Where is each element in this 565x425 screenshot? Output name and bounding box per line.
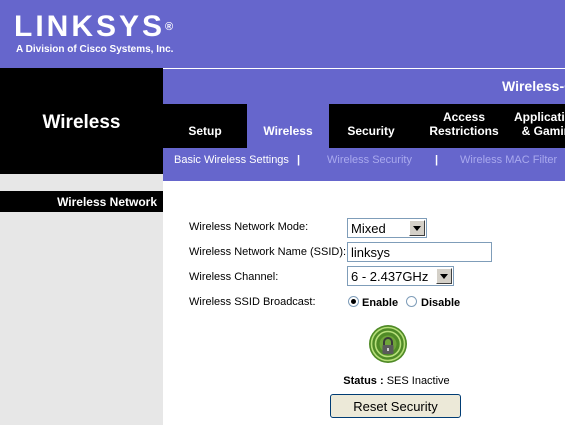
broadcast-enable-label: Enable <box>362 297 399 309</box>
ses-lock-icon[interactable] <box>368 320 408 368</box>
tab-applications-gaming[interactable]: Applications & Gaming <box>514 104 565 148</box>
ssid-input[interactable] <box>347 242 492 262</box>
subtab-wireless-security[interactable]: Wireless Security <box>327 154 412 166</box>
mode-select-value: Mixed <box>351 221 386 236</box>
chevron-down-icon <box>409 220 425 236</box>
ssid-label: Wireless Network Name (SSID): <box>189 246 347 258</box>
subtab-wireless-mac-filter[interactable]: Wireless MAC Filter <box>460 154 557 166</box>
tab-security[interactable]: Security <box>329 104 413 148</box>
section-title: Wireless <box>42 112 121 133</box>
channel-select-value: 6 - 2.437GHz <box>351 269 429 284</box>
ses-status-label: Status : <box>343 375 384 387</box>
tab-setup[interactable]: Setup <box>163 104 247 148</box>
tab-access-restrictions[interactable]: Access Restrictions <box>413 104 515 148</box>
chevron-down-icon <box>436 268 452 284</box>
channel-select[interactable]: 6 - 2.437GHz <box>347 266 454 286</box>
reset-security-button[interactable]: Reset Security <box>330 394 461 418</box>
product-name: Wireless-G <box>501 78 565 94</box>
mode-label: Wireless Network Mode: <box>189 221 309 233</box>
ses-status-value: SES Inactive <box>386 375 450 387</box>
subtab-separator: | <box>297 154 301 166</box>
subtab-basic-wireless-settings[interactable]: Basic Wireless Settings <box>174 154 289 166</box>
broadcast-label: Wireless SSID Broadcast: <box>189 296 316 308</box>
broadcast-disable-radio[interactable] <box>406 296 417 307</box>
left-label-wireless-network: Wireless Network <box>57 195 157 209</box>
logo-subtitle: A Division of Cisco Systems, Inc. <box>16 44 174 55</box>
tab-wireless[interactable]: Wireless <box>247 104 329 148</box>
ses-status: Status : SES Inactive <box>330 375 463 387</box>
channel-label: Wireless Channel: <box>189 271 279 283</box>
subtab-separator: | <box>435 154 439 166</box>
mode-select[interactable]: Mixed <box>347 218 427 238</box>
broadcast-enable-radio[interactable] <box>348 296 359 307</box>
broadcast-disable-label: Disable <box>421 297 461 309</box>
linksys-logo: LINKSYS® <box>14 10 174 43</box>
